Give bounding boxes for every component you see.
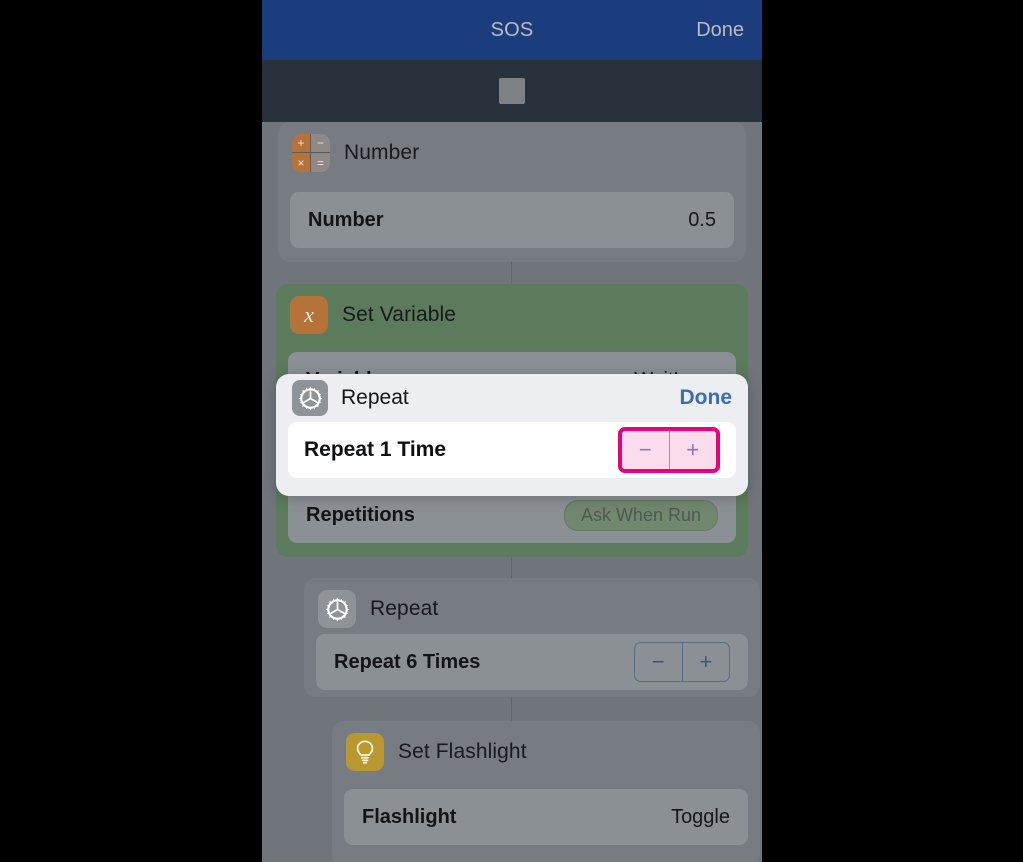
action-card-repeat[interactable]: Repeat Repeat 6 Times − + xyxy=(304,578,760,697)
calc-times: × xyxy=(292,153,311,172)
card-title: Repeat xyxy=(370,597,439,620)
card-header: + − × = Number xyxy=(278,122,746,178)
screen-root: SOS Done + − × = Number Number 0.5 x Set… xyxy=(0,0,1023,862)
variable-glyph: x xyxy=(304,302,314,327)
stepper-plus-button[interactable]: + xyxy=(668,431,716,469)
calc-plus: + xyxy=(292,134,311,153)
connector-line xyxy=(511,262,512,284)
row-label: Repetitions xyxy=(306,503,415,526)
variable-icon: x xyxy=(290,296,328,334)
popup-title: Repeat xyxy=(341,386,409,409)
repeat-count-row[interactable]: Repeat 6 Times − + xyxy=(316,634,748,690)
action-card-set-flashlight[interactable]: Set Flashlight Flashlight Toggle xyxy=(332,721,760,862)
flashlight-row[interactable]: Flashlight Toggle xyxy=(344,789,748,845)
gear-icon xyxy=(318,590,356,628)
card-title: Number xyxy=(344,141,420,164)
repeat-stepper[interactable]: − + xyxy=(634,642,730,682)
card-header: Repeat xyxy=(304,578,760,634)
connector-line xyxy=(511,554,512,578)
row-label: Flashlight xyxy=(362,805,457,828)
popup-row-label: Repeat 1 Time xyxy=(304,438,447,461)
stop-icon[interactable] xyxy=(499,78,525,104)
calc-equals: = xyxy=(311,153,330,172)
number-icon: + − × = xyxy=(292,134,330,172)
navigation-bar: SOS Done xyxy=(262,0,762,60)
card-header: x Set Variable xyxy=(276,284,748,340)
row-value[interactable]: 0.5 xyxy=(688,209,716,232)
card-header: Set Flashlight xyxy=(332,721,760,777)
gear-glyph xyxy=(325,597,349,621)
number-value-row[interactable]: Number 0.5 xyxy=(290,192,734,248)
popup-header: Repeat Done xyxy=(276,374,748,422)
stepper-minus-button[interactable]: − xyxy=(635,643,682,681)
gear-glyph xyxy=(298,386,322,410)
calc-minus: − xyxy=(311,134,330,153)
ask-when-run-token[interactable]: Ask When Run xyxy=(563,499,718,531)
connector-line xyxy=(511,697,512,721)
lightbulb-glyph xyxy=(356,740,374,764)
action-card-number[interactable]: + − × = Number Number 0.5 xyxy=(278,122,746,262)
popup-done-button[interactable]: Done xyxy=(680,386,733,410)
stepper-minus-button[interactable]: − xyxy=(622,431,669,469)
playback-toolbar xyxy=(262,60,762,122)
row-value[interactable]: Toggle xyxy=(671,806,730,829)
repeat-popup[interactable]: Repeat Done Repeat 1 Time − + xyxy=(276,374,748,496)
repeat-stepper-highlighted[interactable]: − + xyxy=(618,427,720,473)
row-label: Number xyxy=(308,208,384,231)
row-label: Repeat 6 Times xyxy=(334,650,481,673)
page-title: SOS xyxy=(490,18,534,41)
card-title: Set Flashlight xyxy=(398,740,527,763)
gear-icon xyxy=(292,380,328,416)
card-title: Set Variable xyxy=(342,303,457,326)
popup-repeat-row[interactable]: Repeat 1 Time − + xyxy=(288,422,736,478)
navbar-done-button[interactable]: Done xyxy=(696,19,744,42)
stepper-plus-button[interactable]: + xyxy=(681,643,730,681)
lightbulb-icon xyxy=(346,733,384,771)
